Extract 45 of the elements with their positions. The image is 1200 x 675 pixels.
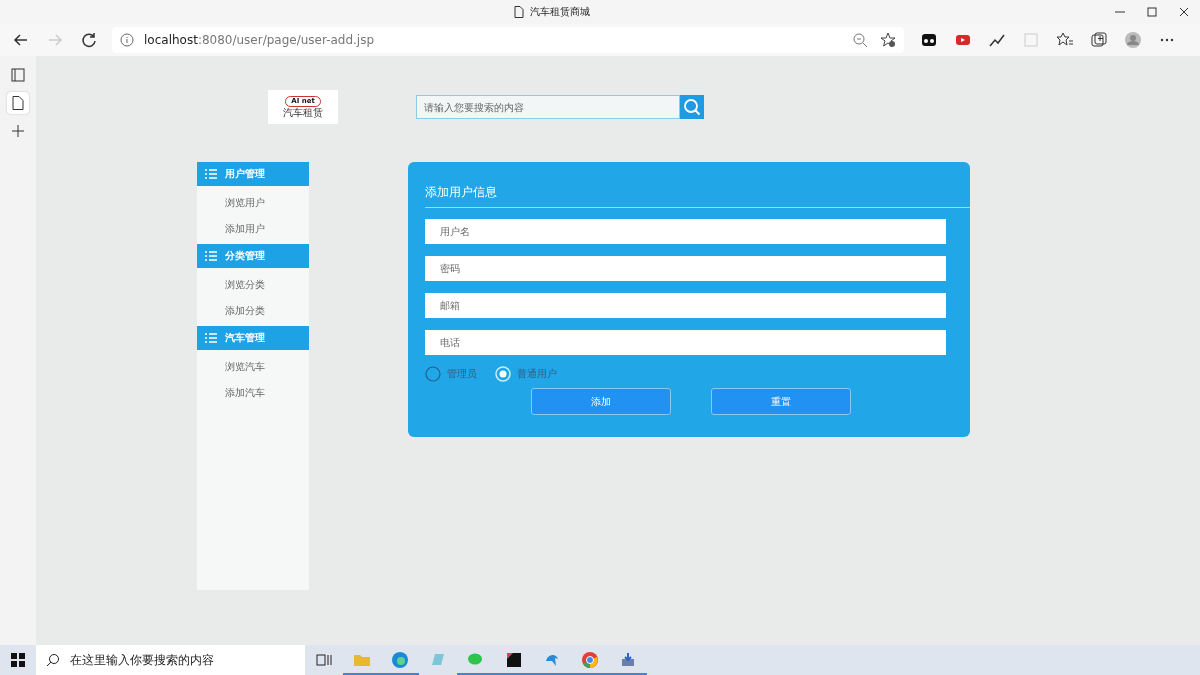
- avatar-icon[interactable]: [1124, 31, 1142, 49]
- radio-button[interactable]: [425, 366, 441, 382]
- input-field[interactable]: 用户名: [425, 219, 946, 244]
- search-field[interactable]: 请输入您要搜索的内容: [416, 95, 680, 119]
- sidebar-link[interactable]: 添加汽车: [197, 380, 309, 406]
- sidebar-panel-icon: [10, 67, 26, 83]
- page-icon: [514, 6, 524, 18]
- add-favorite-icon[interactable]: [880, 32, 896, 48]
- search-button[interactable]: [680, 95, 704, 119]
- sidebar-group-title: 分类管理: [225, 249, 265, 263]
- windows-icon: [11, 653, 25, 667]
- input-field[interactable]: 邮箱: [425, 293, 946, 318]
- collections-icon[interactable]: [1090, 31, 1108, 49]
- radio-label: 普通用户: [517, 367, 557, 381]
- task-view-icon: [315, 651, 333, 669]
- search-icon: [46, 653, 60, 667]
- form-button[interactable]: 添加: [531, 388, 671, 415]
- list-icon: [205, 333, 217, 343]
- taskbar-search-field[interactable]: 在这里输入你要搜索的内容: [36, 645, 305, 675]
- logo-subtext: 汽车租赁: [283, 106, 323, 119]
- page-icon: [10, 95, 26, 111]
- taskbar-search-input[interactable]: 在这里输入你要搜索的内容: [68, 652, 292, 668]
- radio-label: 管理员: [447, 367, 477, 381]
- address-bar[interactable]: localhost:8080/user/page/user-add.jsp: [112, 27, 904, 53]
- url-text: localhost:8080/user/page/user-add.jsp: [144, 33, 376, 47]
- list-icon: [205, 251, 217, 261]
- sidebar-link[interactable]: 添加用户: [197, 216, 309, 242]
- info-icon[interactable]: [120, 33, 134, 47]
- sidebar-link[interactable]: 浏览分类: [197, 272, 309, 298]
- sidebar-group-title: 用户管理: [225, 167, 265, 181]
- plus-icon: [10, 123, 26, 139]
- list-icon: [205, 169, 217, 179]
- browser-tab[interactable]: [7, 92, 29, 114]
- window-title: 汽车租赁商城: [530, 5, 590, 19]
- sidebar-link[interactable]: 添加分类: [197, 298, 309, 324]
- form-title: 添加用户信息: [425, 184, 970, 208]
- favorites-icon[interactable]: [1056, 31, 1074, 49]
- zoom-out-icon[interactable]: [852, 32, 868, 48]
- sidebar-group-title: 汽车管理: [225, 331, 265, 345]
- input-field[interactable]: 电话: [425, 330, 946, 355]
- form-button[interactable]: 重置: [711, 388, 851, 415]
- extension-icon[interactable]: [920, 31, 938, 49]
- sidebar-link[interactable]: 浏览汽车: [197, 354, 309, 380]
- input-field[interactable]: 密码: [425, 256, 946, 281]
- sidebar-link[interactable]: 浏览用户: [197, 190, 309, 216]
